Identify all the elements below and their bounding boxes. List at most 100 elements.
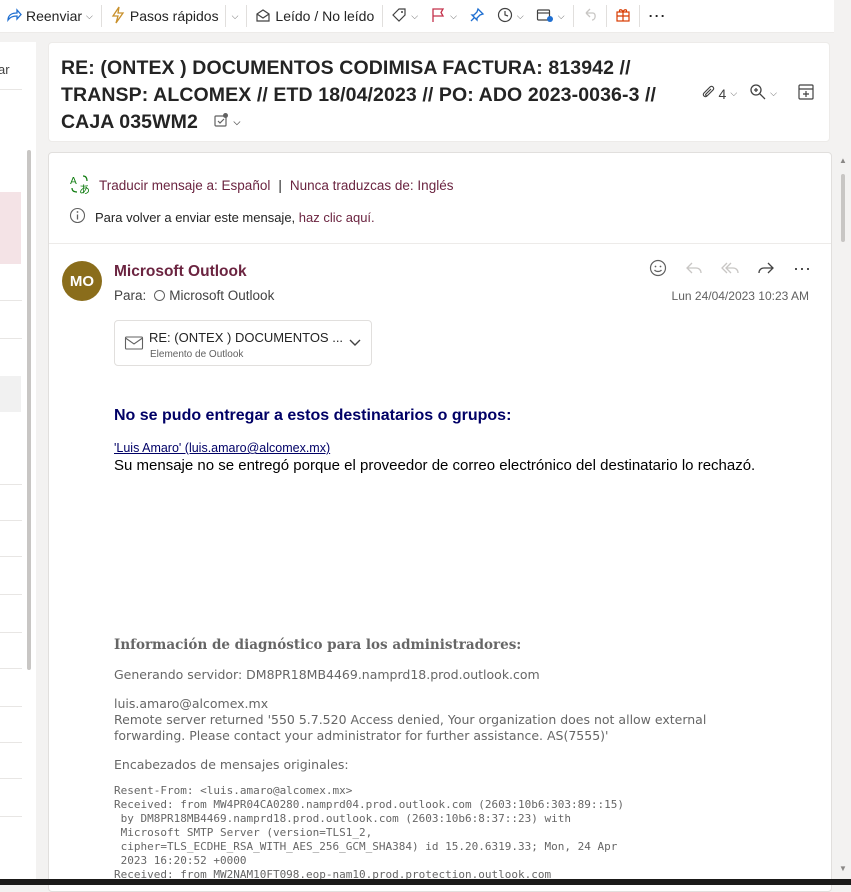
more-options-button[interactable]: ⋯ <box>642 0 673 32</box>
resend-link[interactable]: haz clic aquí. <box>299 210 375 225</box>
list-divider <box>0 632 22 633</box>
mail-icon <box>124 334 144 357</box>
generating-server: Generando servidor: DM8PR18MB4469.namprd… <box>114 667 540 682</box>
scrollbar-thumb[interactable] <box>841 174 845 242</box>
translate-bar: Aあ Traducir mensaje a: Español | Nunca t… <box>69 173 453 198</box>
apps-button[interactable] <box>609 0 637 32</box>
svg-text:あ: あ <box>79 183 90 195</box>
emoji-icon[interactable] <box>649 259 667 282</box>
envelope-open-icon <box>255 7 271 26</box>
list-scrollbar[interactable] <box>25 112 33 885</box>
pin-button[interactable] <box>463 0 491 32</box>
toolbar-divider <box>224 5 226 27</box>
list-divider <box>0 556 22 557</box>
attachments-button[interactable]: 4 ⌵ <box>701 84 738 103</box>
avatar[interactable]: MO <box>62 261 102 301</box>
forward-icon <box>6 7 22 26</box>
svg-text:A: A <box>70 176 77 187</box>
undo-icon <box>582 7 598 26</box>
chevron-down-icon: ⌵ <box>730 88 738 98</box>
move-icon <box>536 7 554 26</box>
toolbar-divider <box>572 5 574 27</box>
sensitivity-icon[interactable] <box>213 109 229 136</box>
toolbar-divider <box>382 5 384 27</box>
attachment-name: RE: (ONTEX ) DOCUMENTOS ... <box>149 330 344 345</box>
zoom-button[interactable]: ⌵ <box>749 83 777 104</box>
headers-heading: Encabezados de mensajes originales: <box>114 757 349 772</box>
recipient-name[interactable]: Microsoft Outlook <box>169 288 274 303</box>
read-unread-button[interactable]: Leído / No leído <box>249 0 380 32</box>
reading-pane-scrollbar[interactable]: ▲ ▼ <box>836 152 851 885</box>
flag-button[interactable]: ⌵ <box>424 0 463 32</box>
never-translate-link[interactable]: Nunca traduzcas de: Inglés <box>290 178 454 193</box>
resend-text: Para volver a enviar este mensaje, haz c… <box>95 209 375 225</box>
read-unread-label: Leído / No leído <box>275 8 375 24</box>
translate-separator: | <box>278 178 282 193</box>
list-divider <box>0 520 22 521</box>
list-divider <box>0 668 22 669</box>
message-subject: RE: (ONTEX ) DOCUMENTOS CODIMISA FACTURA… <box>61 55 671 136</box>
to-label: Para: <box>114 288 147 303</box>
chevron-down-icon: ⌵ <box>770 88 777 98</box>
paperclip-icon <box>701 84 715 103</box>
subject-text: RE: (ONTEX ) DOCUMENTOS CODIMISA FACTURA… <box>61 57 657 133</box>
scrollbar-thumb[interactable] <box>27 150 31 670</box>
zoom-icon <box>749 83 767 104</box>
pin-icon <box>469 7 485 26</box>
attachment-card[interactable]: RE: (ONTEX ) DOCUMENTOS ... Elemento de … <box>114 320 372 366</box>
message-actions: ⋯ <box>649 259 811 282</box>
list-item-selected[interactable] <box>0 192 21 264</box>
chevron-down-icon[interactable]: ⌵ <box>86 11 93 22</box>
raw-headers: Resent-From: <luis.amaro@alcomex.mx> Rec… <box>114 784 624 881</box>
list-header-text[interactable]: ar <box>0 62 10 77</box>
info-icon <box>69 207 86 227</box>
list-divider <box>0 300 22 301</box>
popout-icon[interactable] <box>797 83 815 104</box>
taskbar-edge <box>0 879 851 885</box>
attachment-count: 4 <box>718 85 727 102</box>
subject-actions[interactable]: ⌵ <box>213 109 240 136</box>
chevron-down-icon[interactable]: ⌵ <box>232 11 239 22</box>
quick-steps-label: Pasos rápidos <box>129 8 219 24</box>
recipient-email: luis.amaro@alcomex.mx <box>114 696 269 711</box>
recipients-row: Para: Microsoft Outlook <box>114 288 274 303</box>
scroll-down-icon[interactable]: ▼ <box>839 864 847 873</box>
diagnostic-heading: Información de diagnóstico para los admi… <box>114 637 522 653</box>
chevron-down-icon[interactable] <box>348 335 362 354</box>
toolbar-divider <box>638 5 640 27</box>
quick-steps-button[interactable]: Pasos rápidos ⌵ <box>104 0 245 32</box>
reading-pane: Aあ Traducir mensaje a: Español | Nunca t… <box>48 152 832 892</box>
attachment-type: Elemento de Outlook <box>150 349 244 360</box>
header-tools: 4 ⌵ ⌵ <box>701 83 815 104</box>
sender-name[interactable]: Microsoft Outlook <box>114 263 247 281</box>
forward-arrow-icon[interactable] <box>757 259 775 282</box>
translate-link[interactable]: Traducir mensaje a: Español <box>99 178 270 193</box>
forward-label: Reenviar <box>26 8 83 24</box>
clock-icon <box>497 7 513 26</box>
toolbar-divider <box>100 5 102 27</box>
scroll-up-icon[interactable]: ▲ <box>839 156 847 165</box>
list-divider <box>0 778 22 779</box>
list-divider <box>0 594 22 595</box>
list-item[interactable] <box>0 376 21 412</box>
chevron-down-icon[interactable]: ⌵ <box>233 109 240 136</box>
categorize-button[interactable]: ⌵ <box>385 0 424 32</box>
undo-button[interactable] <box>576 0 604 32</box>
more-icon[interactable]: ⋯ <box>793 259 811 282</box>
chevron-down-icon: ⌵ <box>411 10 419 21</box>
reply-icon[interactable] <box>685 259 703 282</box>
command-toolbar: Reenviar ⌵ Pasos rápidos ⌵ Leído / No le… <box>0 0 834 33</box>
divider <box>49 243 831 244</box>
reply-all-icon[interactable] <box>721 259 739 282</box>
list-divider <box>0 338 22 339</box>
snooze-button[interactable]: ⌵ <box>491 0 530 32</box>
chevron-down-icon: ⌵ <box>516 10 524 21</box>
recipient-link[interactable]: 'Luis Amaro' (luis.amaro@alcomex.mx) <box>114 441 330 455</box>
move-button[interactable]: ⌵ <box>530 0 571 32</box>
message-date: Lun 24/04/2023 10:23 AM <box>671 289 809 303</box>
more-icon: ⋯ <box>647 5 667 26</box>
forward-button[interactable]: Reenviar ⌵ <box>0 0 99 32</box>
apps-icon <box>615 7 631 26</box>
toolbar-divider <box>605 5 607 27</box>
ndr-heading: No se pudo entregar a estos destinatario… <box>114 407 512 424</box>
